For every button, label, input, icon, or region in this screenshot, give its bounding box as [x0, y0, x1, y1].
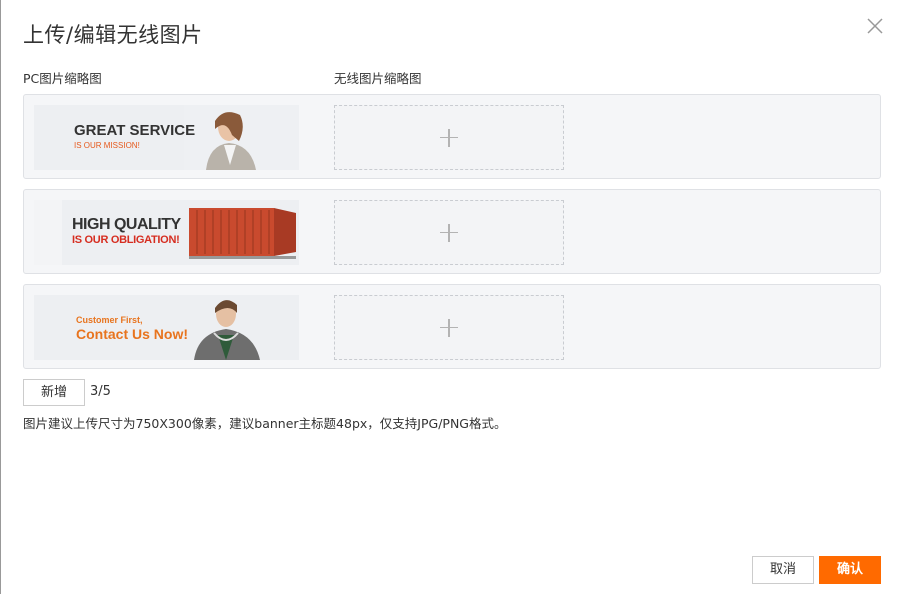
pc-banner-subline: IS OUR MISSION!	[74, 141, 140, 150]
mobile-upload-slot[interactable]	[334, 105, 564, 170]
mobile-thumbnail-column-label: 无线图片缩略图	[334, 71, 422, 86]
image-row: HIGH QUALITY IS OUR OBLIGATION!	[23, 189, 881, 274]
plus-icon	[440, 318, 458, 337]
upload-hint-text: 图片建议上传尺寸为750X300像素，建议banner主标题48px，仅支持JP…	[23, 416, 507, 431]
confirm-button[interactable]: 确认	[819, 556, 881, 584]
image-row: Customer First, Contact Us Now!	[23, 284, 881, 369]
pc-banner-headline: GREAT SERVICE	[74, 122, 196, 139]
pc-banner-headline: HIGH QUALITY	[72, 216, 181, 233]
pc-banner-subline: IS OUR OBLIGATION!	[72, 234, 180, 246]
cancel-button[interactable]: 取消	[752, 556, 814, 584]
pc-thumbnail[interactable]: Customer First, Contact Us Now!	[34, 295, 299, 360]
mobile-upload-slot[interactable]	[334, 200, 564, 265]
plus-icon	[440, 223, 458, 242]
pc-banner-subline: Contact Us Now!	[76, 326, 188, 342]
close-icon[interactable]	[865, 16, 885, 36]
plus-icon	[440, 128, 458, 147]
dialog-title: 上传/编辑无线图片	[23, 23, 203, 47]
pc-thumbnail[interactable]: HIGH QUALITY IS OUR OBLIGATION!	[34, 200, 299, 265]
pc-banner-headline: Customer First,	[76, 315, 143, 325]
add-image-button[interactable]: 新增	[23, 379, 85, 406]
upload-dialog: 上传/编辑无线图片 PC图片缩略图 无线图片缩略图 GREAT SERVICE …	[0, 0, 900, 594]
mobile-upload-slot[interactable]	[334, 295, 564, 360]
pc-thumbnail[interactable]: GREAT SERVICE IS OUR MISSION!	[34, 105, 299, 170]
image-row: GREAT SERVICE IS OUR MISSION!	[23, 94, 881, 179]
image-count: 3/5	[90, 384, 111, 399]
pc-thumbnail-column-label: PC图片缩略图	[23, 71, 102, 86]
